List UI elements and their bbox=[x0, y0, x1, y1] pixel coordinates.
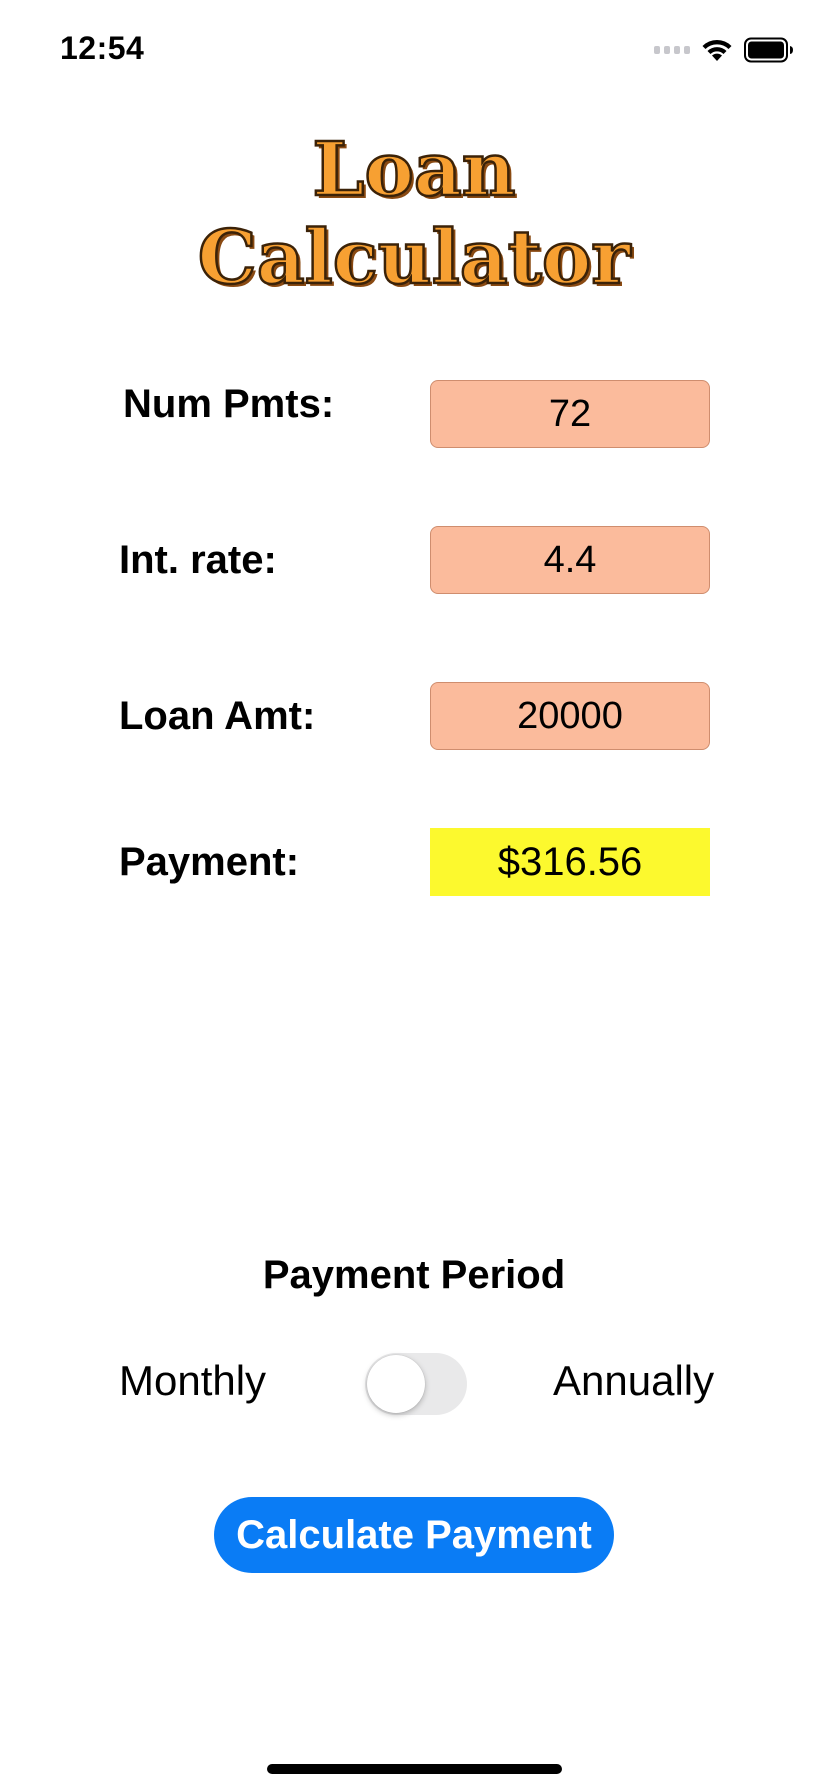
num-pmts-label: Num Pmts: bbox=[123, 382, 335, 426]
wifi-icon bbox=[702, 39, 732, 61]
int-rate-label: Int. rate: bbox=[119, 538, 277, 582]
status-icons bbox=[654, 36, 794, 64]
app-title: Loan Calculator bbox=[0, 126, 828, 303]
app-title-line1: Loan bbox=[311, 126, 517, 215]
payment-label: Payment: bbox=[119, 840, 300, 884]
signal-icon bbox=[654, 46, 690, 54]
home-indicator[interactable] bbox=[267, 1764, 562, 1774]
int-rate-input[interactable]: 4.4 bbox=[430, 526, 710, 594]
loan-amt-label: Loan Amt: bbox=[119, 694, 316, 738]
num-pmts-input[interactable]: 72 bbox=[430, 380, 710, 448]
loan-amt-input[interactable]: 20000 bbox=[430, 682, 710, 750]
toggle-knob bbox=[367, 1355, 425, 1413]
app-title-line2: Calculator bbox=[197, 214, 632, 303]
battery-icon bbox=[744, 37, 793, 63]
annually-label: Annually bbox=[553, 1357, 715, 1404]
calculate-payment-button[interactable]: Calculate Payment bbox=[214, 1497, 614, 1573]
payment-result: $316.56 bbox=[430, 828, 710, 896]
monthly-label: Monthly bbox=[119, 1357, 267, 1404]
payment-period-title: Payment Period bbox=[262, 1253, 566, 1297]
payment-period-toggle[interactable] bbox=[365, 1353, 467, 1415]
status-time: 12:54 bbox=[60, 30, 145, 66]
